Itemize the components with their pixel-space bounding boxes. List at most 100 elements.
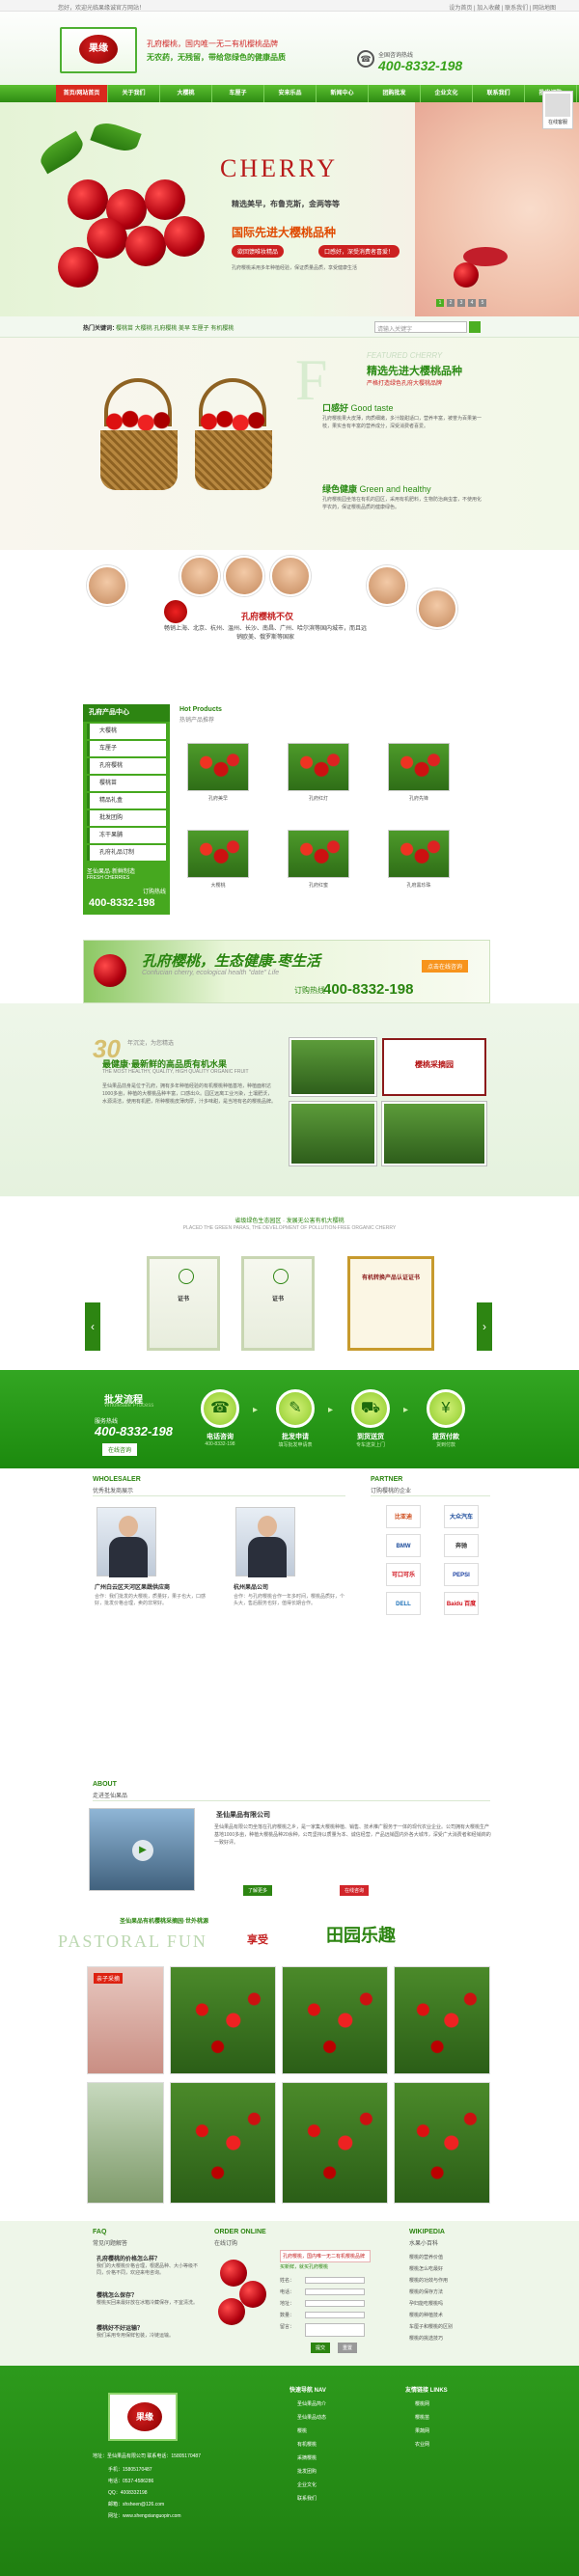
category-item[interactable]: 孔府礼品订制	[87, 845, 166, 861]
product-caption[interactable]: 孔府美早	[187, 795, 249, 802]
nav-item-cherries[interactable]: 车厘子	[212, 85, 264, 102]
product-caption[interactable]: 孔府红灯	[288, 795, 349, 802]
wiki-item[interactable]: 车厘子和樱桃的区别	[409, 2323, 453, 2330]
product-image[interactable]	[187, 743, 249, 791]
top-links[interactable]: 设为首页 | 加入收藏 | 联系我们 | 网站地图	[449, 3, 556, 12]
order-address-input[interactable]	[305, 2300, 365, 2307]
category-item[interactable]: 樱桃苗	[87, 776, 166, 791]
footer-nav-link[interactable]: 联系我们	[297, 2495, 317, 2502]
category-item[interactable]: 精品礼盒	[87, 793, 166, 808]
footer-friend-link[interactable]: 果蔬网	[415, 2427, 429, 2434]
process-consult-button[interactable]: 在线咨询	[102, 1443, 138, 1456]
search-button[interactable]	[469, 321, 481, 333]
category-item[interactable]: 批发团购	[87, 810, 166, 826]
wiki-item[interactable]: 樱桃的挑选技巧	[409, 2335, 443, 2342]
partner-logo-bmw[interactable]: BMW	[386, 1534, 421, 1557]
partner-logo-benz[interactable]: 奔驰	[444, 1534, 479, 1557]
product-caption[interactable]: 大樱桃	[187, 882, 249, 889]
promo-consult-button[interactable]: 点击在线咨询	[422, 960, 469, 973]
order-qty-input[interactable]	[305, 2312, 365, 2318]
certificate[interactable]: 有机转换产品认证证书	[347, 1256, 434, 1351]
prev-arrow-icon[interactable]: ‹	[85, 1302, 100, 1351]
nav-item-home[interactable]: 首页/网站首页	[56, 85, 108, 102]
search-input[interactable]: 请输入关键字	[374, 321, 467, 333]
partner-logo-baidu[interactable]: Baidu 百度	[444, 1592, 479, 1615]
footer-nav-link[interactable]: 批发团购	[297, 2468, 317, 2475]
certificate[interactable]: 证书	[147, 1256, 220, 1351]
nav-item-products[interactable]: 安来乐品	[264, 85, 317, 102]
hero-banner[interactable]: CHERRY 精选美早，布鲁克斯，金两等等 国际先进大樱桃品种 欲回馈唯妆精品 …	[0, 102, 579, 316]
order-msg-input[interactable]	[305, 2323, 365, 2337]
faq-question[interactable]: 樱桃怎么保存？	[96, 2290, 137, 2299]
wiki-item[interactable]: 樱桃的功效与作用	[409, 2277, 448, 2284]
footer-nav-link[interactable]: 圣仙果品动态	[297, 2414, 326, 2421]
product-image[interactable]	[388, 830, 450, 878]
pastoral-photo[interactable]	[170, 2082, 276, 2204]
banner-dot[interactable]: 5	[479, 299, 486, 307]
pastoral-photo[interactable]	[394, 1966, 490, 2074]
banner-dot[interactable]: 4	[468, 299, 476, 307]
nav-item-news[interactable]: 新闻中心	[317, 85, 369, 102]
nav-item-contact[interactable]: 联系我们	[473, 85, 525, 102]
category-item[interactable]: 冻干果脯	[87, 828, 166, 843]
product-image[interactable]	[388, 743, 450, 791]
next-arrow-icon[interactable]: ›	[477, 1302, 492, 1351]
nav-item-cherry[interactable]: 大樱桃	[160, 85, 212, 102]
pastoral-photo[interactable]	[170, 1966, 276, 2074]
category-item[interactable]: 大樱桃	[87, 724, 166, 739]
wiki-item[interactable]: 樱桃的种植技术	[409, 2312, 443, 2318]
footer-nav-link[interactable]: 圣仙果品简介	[297, 2400, 326, 2407]
order-submit-button[interactable]: 提交	[311, 2343, 331, 2353]
certificate[interactable]: 证书	[241, 1256, 315, 1351]
product-image[interactable]	[288, 830, 349, 878]
promo-banner[interactable]: 孔府樱桃，生态健康-枣生活 Confucian cherry, ecologic…	[83, 940, 490, 1003]
nav-item-about[interactable]: 关于我们	[108, 85, 160, 102]
footer-nav-link[interactable]: 有机樱桃	[297, 2441, 317, 2448]
product-caption[interactable]: 孔府先锋	[388, 795, 450, 802]
wiki-item[interactable]: 樱桃怎么吃最好	[409, 2265, 443, 2272]
banner-dot[interactable]: 2	[447, 299, 455, 307]
footer-friend-link[interactable]: 樱桃苗	[415, 2414, 429, 2421]
wiki-item[interactable]: 樱桃的保存方法	[409, 2288, 443, 2295]
nav-item-group[interactable]: 团购批发	[369, 85, 421, 102]
wiki-item[interactable]: 樱桃的营养价值	[409, 2254, 443, 2261]
banner-dot[interactable]: 1	[436, 299, 444, 307]
order-phone-input[interactable]	[305, 2288, 365, 2295]
pastoral-photo[interactable]	[282, 2082, 388, 2204]
footer-nav-link[interactable]: 樱桃	[297, 2427, 307, 2434]
pastoral-photo[interactable]: 亲子采摘	[87, 1966, 164, 2074]
wiki-item[interactable]: 孕妇能吃樱桃吗	[409, 2300, 443, 2307]
order-reset-button[interactable]: 重置	[338, 2343, 358, 2353]
order-name-input[interactable]	[305, 2277, 365, 2284]
company-consult-button[interactable]: 在线咨询	[340, 1885, 370, 1896]
nav-item-culture[interactable]: 企业文化	[421, 85, 473, 102]
footer-friend-link[interactable]: 樱桃网	[415, 2400, 429, 2407]
faq-question[interactable]: 孔府樱桃的价格怎么样？	[96, 2254, 160, 2262]
pastoral-photo[interactable]	[394, 2082, 490, 2204]
faq-question[interactable]: 樱桃好不好运输？	[96, 2323, 143, 2332]
company-video[interactable]: ▶	[89, 1808, 195, 1891]
partner-logo-byd[interactable]: 比亚迪	[386, 1505, 421, 1528]
banner-dot[interactable]: 3	[457, 299, 465, 307]
footer-nav-link[interactable]: 企业文化	[297, 2481, 317, 2488]
play-icon[interactable]: ▶	[132, 1840, 153, 1861]
pastoral-photo[interactable]	[87, 2082, 164, 2204]
product-image[interactable]	[187, 830, 249, 878]
footer-friend-link[interactable]: 农业网	[415, 2441, 429, 2448]
partner-logo-dell[interactable]: DELL	[386, 1592, 421, 1615]
keywords-list[interactable]: 樱桃苗 大樱桃 孔府樱桃 美早 车厘子 有机樱桃	[116, 323, 234, 332]
product-image[interactable]	[288, 743, 349, 791]
footer-logo[interactable]: 果缘	[108, 2393, 178, 2441]
partner-logo-pepsi[interactable]: PEPSI	[444, 1563, 479, 1586]
product-caption[interactable]: 孔府黑珍珠	[388, 882, 450, 889]
category-item[interactable]: 孔府樱桃	[87, 758, 166, 774]
online-service-float[interactable]: 在线客服	[542, 91, 573, 129]
partner-logo-coke[interactable]: 可口可乐	[386, 1563, 421, 1586]
footer-nav-link[interactable]: 采摘樱桃	[297, 2454, 317, 2461]
pastoral-photo[interactable]	[282, 1966, 388, 2074]
product-caption[interactable]: 孔府红蜜	[288, 882, 349, 889]
site-logo[interactable]: 果缘	[60, 27, 137, 73]
category-item[interactable]: 车厘子	[87, 741, 166, 756]
learn-more-button[interactable]: 了解更多	[243, 1885, 273, 1896]
partner-logo-vw[interactable]: 大众汽车	[444, 1505, 479, 1528]
